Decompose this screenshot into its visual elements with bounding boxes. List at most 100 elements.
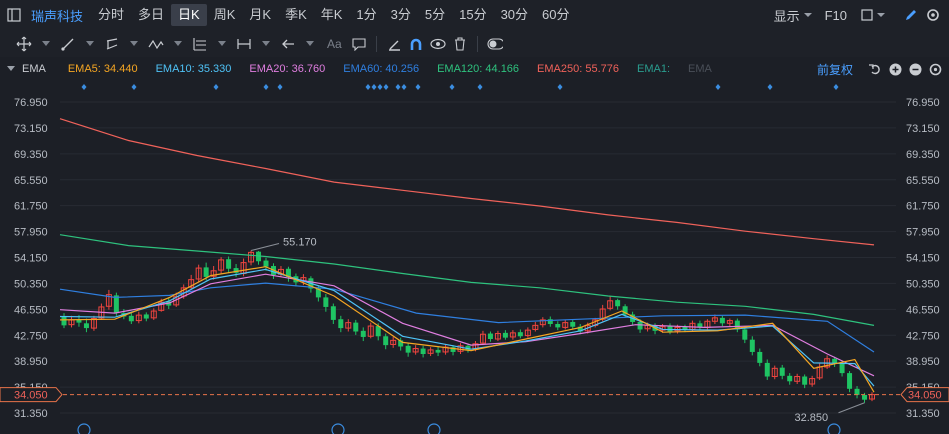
candle-body (757, 351, 763, 363)
candle-body (854, 388, 860, 395)
period-tab-7[interactable]: 1分 (349, 4, 383, 26)
period-tab-9[interactable]: 5分 (418, 4, 452, 26)
candle-body (405, 345, 411, 353)
period-tab-1[interactable]: 多日 (131, 4, 171, 26)
magnet-icon[interactable] (408, 36, 424, 52)
f10-button[interactable]: F10 (825, 8, 847, 23)
current-price-left: 34.050 (14, 390, 48, 402)
period-tab-6[interactable]: 年K (314, 4, 350, 26)
sidebar-toggle-icon[interactable] (6, 7, 22, 23)
text-tool-icon[interactable]: Aa (327, 36, 342, 52)
candle-body (323, 297, 329, 307)
channel-tool-icon[interactable] (104, 36, 120, 52)
y-tick-label-right: 65.550 (906, 175, 940, 187)
chevron-down-icon[interactable] (170, 36, 186, 52)
period-tab-12[interactable]: 60分 (535, 4, 576, 26)
y-tick-label-right: 31.350 (906, 408, 940, 420)
y-tick-label-left: 54.150 (14, 253, 48, 265)
candle-body (517, 332, 523, 337)
candle-body (802, 376, 808, 385)
candle-body (203, 267, 209, 277)
divider (375, 35, 377, 52)
y-tick-label-left: 57.950 (14, 227, 48, 239)
high-price-label: 55.170 (283, 237, 317, 249)
undo-icon[interactable] (867, 61, 883, 77)
candle-body (61, 316, 67, 326)
candle-body (787, 375, 793, 382)
fibonacci-tool-icon[interactable] (192, 36, 208, 52)
candle-body (719, 317, 725, 324)
candle-body (113, 295, 119, 314)
ema-legend-item: EMA (688, 63, 712, 75)
period-tab-4[interactable]: 月K (242, 4, 278, 26)
ema-legend-item: EMA5: 34.440 (67, 63, 138, 75)
eraser-icon[interactable] (386, 36, 402, 52)
chevron-down-icon (877, 13, 885, 17)
move-crosshair-icon[interactable] (16, 36, 32, 52)
indicator-name[interactable]: EMA (22, 63, 46, 75)
line-tool-icon[interactable] (60, 36, 76, 52)
layout-select[interactable] (861, 9, 886, 21)
chevron-down-icon[interactable] (38, 36, 54, 52)
y-tick-label-left: 31.350 (14, 408, 48, 420)
chevron-down-icon[interactable] (302, 36, 318, 52)
eye-icon[interactable] (430, 36, 446, 52)
candle-body (338, 319, 344, 329)
arrow-left-icon[interactable] (280, 36, 296, 52)
adjust-mode[interactable]: 前复权 (817, 61, 853, 78)
candle-body (353, 322, 359, 332)
range-tool-icon[interactable] (236, 36, 252, 52)
candle-body (637, 321, 643, 330)
ema-legend-item: EMA10: 35.330 (155, 63, 232, 75)
candle-body (330, 306, 336, 320)
y-tick-label-right: 61.750 (906, 201, 940, 213)
period-tab-11[interactable]: 30分 (494, 4, 535, 26)
y-tick-label-right: 54.150 (906, 253, 940, 265)
chevron-down-icon[interactable] (126, 36, 142, 52)
candle-body (847, 373, 853, 389)
period-tab-10[interactable]: 15分 (452, 4, 493, 26)
candle-body (749, 339, 755, 352)
period-tab-8[interactable]: 3分 (384, 4, 418, 26)
display-menu[interactable]: 显示 (774, 6, 813, 25)
y-tick-label-right: 38.950 (906, 356, 940, 368)
ema-legend-item: EMA120: 44.166 (437, 63, 520, 75)
y-tick-label-left: 46.550 (14, 304, 48, 316)
toggle-icon[interactable] (487, 36, 503, 52)
ema-legend-item: EMA60: 40.256 (343, 63, 420, 75)
chevron-down-icon[interactable] (214, 36, 230, 52)
period-tab-5[interactable]: 季K (278, 4, 314, 26)
y-tick-label-right: 46.550 (906, 304, 940, 316)
ema-values: EMA5: 34.440 EMA10: 35.330 EMA20: 36.760 EM… (68, 63, 730, 75)
collapse-caret-icon[interactable] (6, 65, 16, 73)
settings-icon[interactable] (925, 7, 941, 23)
period-tab-0[interactable]: 分时 (91, 4, 131, 26)
candle-body (128, 315, 134, 322)
chevron-down-icon[interactable] (258, 36, 274, 52)
note-icon[interactable] (351, 36, 367, 52)
chevron-down-icon[interactable] (82, 36, 98, 52)
y-tick-label-right: 50.350 (906, 278, 940, 290)
y-tick-label-left: 50.350 (14, 278, 48, 290)
drawing-toolbar: Aa (0, 30, 949, 58)
trash-icon[interactable] (452, 36, 468, 52)
stock-name[interactable]: 瑞声科技 (31, 6, 83, 25)
pen-icon[interactable] (903, 7, 919, 23)
candle-body (263, 260, 269, 267)
candle-body (839, 363, 845, 374)
add-indicator-icon[interactable] (887, 61, 903, 77)
period-tab-3[interactable]: 周K (207, 4, 243, 26)
candle-body (83, 323, 89, 329)
display-label: 显示 (773, 8, 800, 24)
kline-chart[interactable]: 76.950 73.150 69.350 65.550 61.750 57.950 54.1… (0, 81, 949, 434)
settings-icon[interactable] (927, 61, 943, 77)
y-tick-label-left: 69.350 (14, 149, 48, 161)
period-tab-2[interactable]: 日K (171, 4, 207, 26)
candle-body (383, 336, 389, 346)
y-tick-label-left: 42.750 (14, 330, 48, 342)
wave-tool-icon[interactable] (148, 36, 164, 52)
candle-body (502, 332, 508, 338)
square-icon (861, 9, 873, 21)
period-tabs: 分时 多日 日K 周K 月K 季K 年K 1分 3分 5分 15分 30分 60分 (91, 4, 577, 26)
remove-indicator-icon[interactable] (907, 61, 923, 77)
